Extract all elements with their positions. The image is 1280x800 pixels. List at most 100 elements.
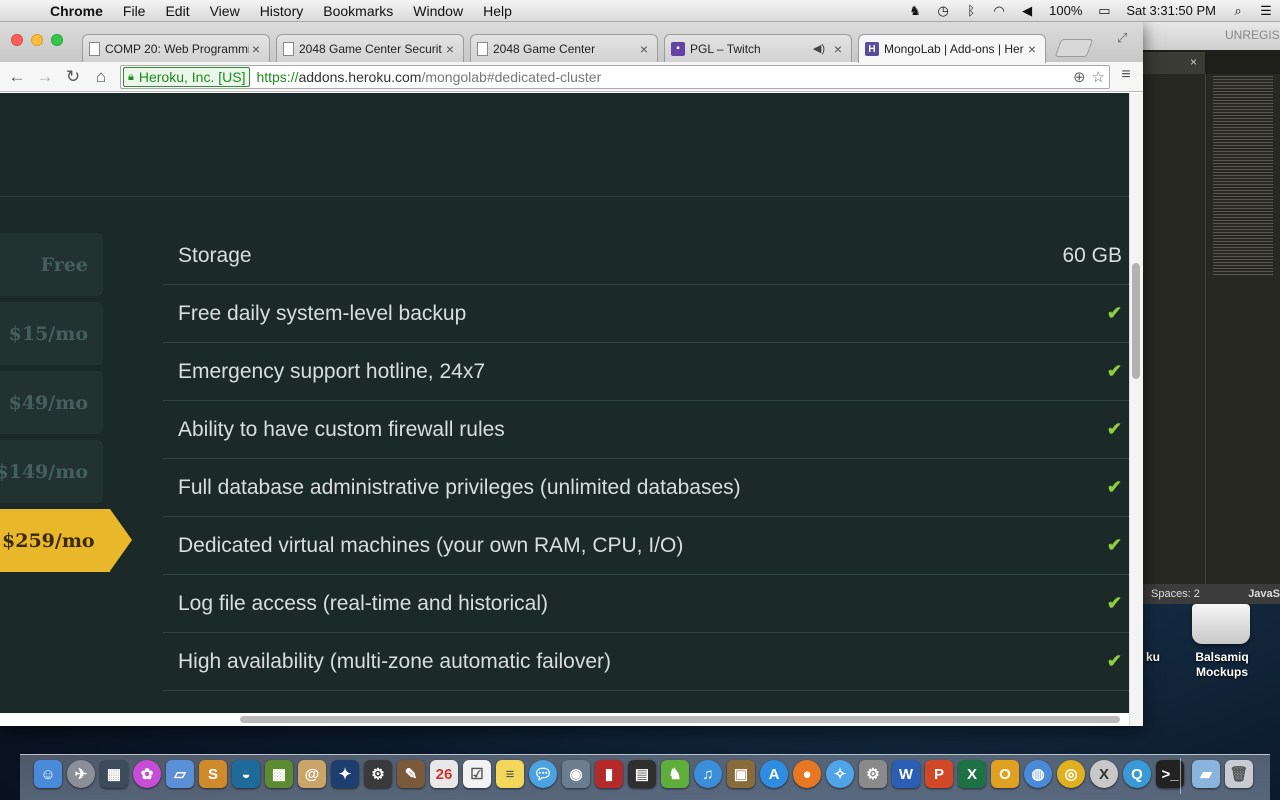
chrome-icon[interactable]: ◎ bbox=[1057, 760, 1085, 788]
time-machine-icon[interactable]: ◷ bbox=[929, 3, 957, 19]
bluetooth-icon[interactable]: ᛒ bbox=[957, 3, 985, 18]
volume-icon[interactable]: ◀ bbox=[1013, 3, 1041, 19]
app-store-icon[interactable]: A bbox=[760, 760, 788, 788]
activity-monitor-icon[interactable]: ▤ bbox=[628, 760, 656, 788]
feature-row-high-availability: High availability (multi-zone automatic … bbox=[163, 633, 1129, 691]
editor-spaces-setting[interactable]: Spaces: 2 bbox=[1143, 588, 1200, 600]
balsamiq-drive-icon[interactable] bbox=[1192, 604, 1250, 644]
tab-mongolab[interactable]: H MongoLab | Add-ons | Her × bbox=[858, 34, 1046, 63]
itunes-icon[interactable]: ♫ bbox=[694, 760, 722, 788]
photo-booth-flower-icon[interactable]: ✿ bbox=[133, 760, 161, 788]
window-zoom-button[interactable] bbox=[51, 34, 63, 46]
url-text[interactable]: https://addons.heroku.com/mongolab#dedic… bbox=[256, 69, 601, 85]
menu-view[interactable]: View bbox=[200, 0, 250, 22]
menu-chrome[interactable]: Chrome bbox=[40, 0, 113, 22]
editor-tab-close-icon[interactable]: × bbox=[1143, 52, 1205, 74]
photo-app-icon[interactable]: ▮ bbox=[595, 760, 623, 788]
menu-bookmarks[interactable]: Bookmarks bbox=[313, 0, 403, 22]
trash-icon[interactable]: 🗑︎ bbox=[1225, 760, 1253, 788]
dashcode-icon[interactable]: ✦ bbox=[331, 760, 359, 788]
address-bar[interactable]: 🔒︎ Heroku, Inc. [US] https://addons.hero… bbox=[120, 65, 1110, 89]
powerpoint-icon[interactable]: P bbox=[925, 760, 953, 788]
tab-comp20[interactable]: COMP 20: Web Programmi × bbox=[82, 34, 270, 62]
evernote-icon[interactable]: ♞ bbox=[661, 760, 689, 788]
finder-icon[interactable]: ☺ bbox=[34, 760, 62, 788]
word-icon[interactable]: W bbox=[892, 760, 920, 788]
battery-icon[interactable]: ▭ bbox=[1090, 3, 1118, 19]
back-arrow-icon[interactable]: ← bbox=[6, 66, 28, 88]
excel-icon[interactable]: X bbox=[958, 760, 986, 788]
applications-folder-icon[interactable]: ▰ bbox=[1192, 760, 1220, 788]
iphoto-icon[interactable]: ▣ bbox=[727, 760, 755, 788]
system-preferences-icon[interactable]: ⚙ bbox=[859, 760, 887, 788]
mission-control-icon[interactable]: ▦ bbox=[100, 760, 128, 788]
editor-syntax-setting[interactable]: JavaS bbox=[1240, 588, 1280, 600]
quicktime-icon[interactable]: Q bbox=[1123, 760, 1151, 788]
forward-arrow-icon[interactable]: → bbox=[34, 66, 56, 88]
xcode-icon[interactable]: ◒ bbox=[232, 760, 260, 788]
outlook-icon[interactable]: O bbox=[991, 760, 1019, 788]
firefox-icon[interactable]: ● bbox=[793, 760, 821, 788]
facetime-icon[interactable]: ◉ bbox=[562, 760, 590, 788]
steam-icon[interactable]: ⚙ bbox=[364, 760, 392, 788]
reminders-icon[interactable]: ☑ bbox=[463, 760, 491, 788]
page-viewport: Free $15/mo $49/mo $149/mo $259/mo Stora… bbox=[0, 93, 1129, 713]
new-tab-button[interactable] bbox=[1054, 39, 1094, 57]
preview-icon[interactable]: ✎ bbox=[397, 760, 425, 788]
tab-title: 2048 Game Center bbox=[493, 41, 596, 56]
minecraft-icon[interactable]: ▩ bbox=[265, 760, 293, 788]
menu-file[interactable]: File bbox=[113, 0, 156, 22]
vertical-scrollbar[interactable] bbox=[1129, 93, 1143, 726]
plan-49[interactable]: $49/mo bbox=[0, 371, 103, 434]
fullscreen-icon[interactable]: ⤢ bbox=[1117, 30, 1133, 46]
menu-history[interactable]: History bbox=[250, 0, 314, 22]
feature-row-backup: Free daily system-level backup ✔ bbox=[163, 285, 1129, 343]
ev-certificate-badge[interactable]: 🔒︎ Heroku, Inc. [US] bbox=[123, 67, 251, 87]
calendar-icon[interactable]: 26 bbox=[430, 760, 458, 788]
messages-icon[interactable]: 💬︎ bbox=[529, 760, 557, 788]
desktop-icon-partial-label[interactable]: ku bbox=[1143, 650, 1163, 665]
home-icon[interactable]: ⌂ bbox=[90, 66, 112, 88]
menu-clock[interactable]: Sat 3:31:50 PM bbox=[1118, 3, 1224, 18]
plan-259-selected[interactable]: $259/mo bbox=[0, 509, 132, 572]
window-close-button[interactable] bbox=[11, 34, 23, 46]
battery-percent[interactable]: 100% bbox=[1041, 3, 1090, 18]
notification-center-icon[interactable]: ☰ bbox=[1252, 3, 1280, 19]
chrome-menu-icon[interactable]: ≡ bbox=[1116, 66, 1136, 88]
tab-close-icon[interactable]: × bbox=[443, 41, 457, 57]
menu-window[interactable]: Window bbox=[403, 0, 473, 22]
folder-icon[interactable]: ▱ bbox=[166, 760, 194, 788]
network-globe-icon[interactable]: ◍ bbox=[1024, 760, 1052, 788]
contacts-icon[interactable]: @ bbox=[298, 760, 326, 788]
vertical-scroll-thumb[interactable] bbox=[1132, 263, 1140, 379]
tab-close-icon[interactable]: × bbox=[831, 41, 845, 57]
menu-help[interactable]: Help bbox=[473, 0, 522, 22]
tab-close-icon[interactable]: × bbox=[637, 41, 651, 57]
horizontal-scroll-thumb[interactable] bbox=[240, 716, 1120, 723]
x11-icon[interactable]: X bbox=[1090, 760, 1118, 788]
sublime-text-icon[interactable]: S bbox=[199, 760, 227, 788]
menu-edit[interactable]: Edit bbox=[155, 0, 199, 22]
launchpad-icon[interactable]: ✈ bbox=[67, 760, 95, 788]
tab-2048-game-center[interactable]: 2048 Game Center × bbox=[470, 34, 658, 62]
dock-separator bbox=[1180, 758, 1181, 794]
speaker-icon[interactable]: ◀) bbox=[813, 42, 825, 55]
plan-149[interactable]: $149/mo bbox=[0, 440, 103, 503]
safari-icon[interactable]: ✧ bbox=[826, 760, 854, 788]
editor-minimap[interactable] bbox=[1213, 76, 1273, 276]
balsamiq-drive-label[interactable]: Balsamiq Mockups bbox=[1186, 650, 1258, 680]
bookmark-star-icon[interactable]: ☆ bbox=[1092, 68, 1105, 86]
zoom-icon[interactable]: ⊕ bbox=[1073, 68, 1086, 86]
tab-close-icon[interactable]: × bbox=[1025, 41, 1039, 57]
plan-15[interactable]: $15/mo bbox=[0, 302, 103, 365]
window-minimize-button[interactable] bbox=[31, 34, 43, 46]
tab-twitch[interactable]: ▪ PGL – Twitch ◀) × bbox=[664, 34, 852, 62]
stickies-icon[interactable]: ≡ bbox=[496, 760, 524, 788]
tab-close-icon[interactable]: × bbox=[249, 41, 263, 57]
tab-2048-security[interactable]: 2048 Game Center Securit × bbox=[276, 34, 464, 62]
reload-icon[interactable]: ↻ bbox=[62, 66, 84, 88]
plan-free[interactable]: Free bbox=[0, 233, 103, 296]
spotlight-search-icon[interactable]: ⌕ bbox=[1224, 3, 1252, 19]
wifi-icon[interactable]: ◠ bbox=[985, 3, 1013, 19]
evernote-status-icon[interactable]: ♞ bbox=[901, 3, 929, 19]
